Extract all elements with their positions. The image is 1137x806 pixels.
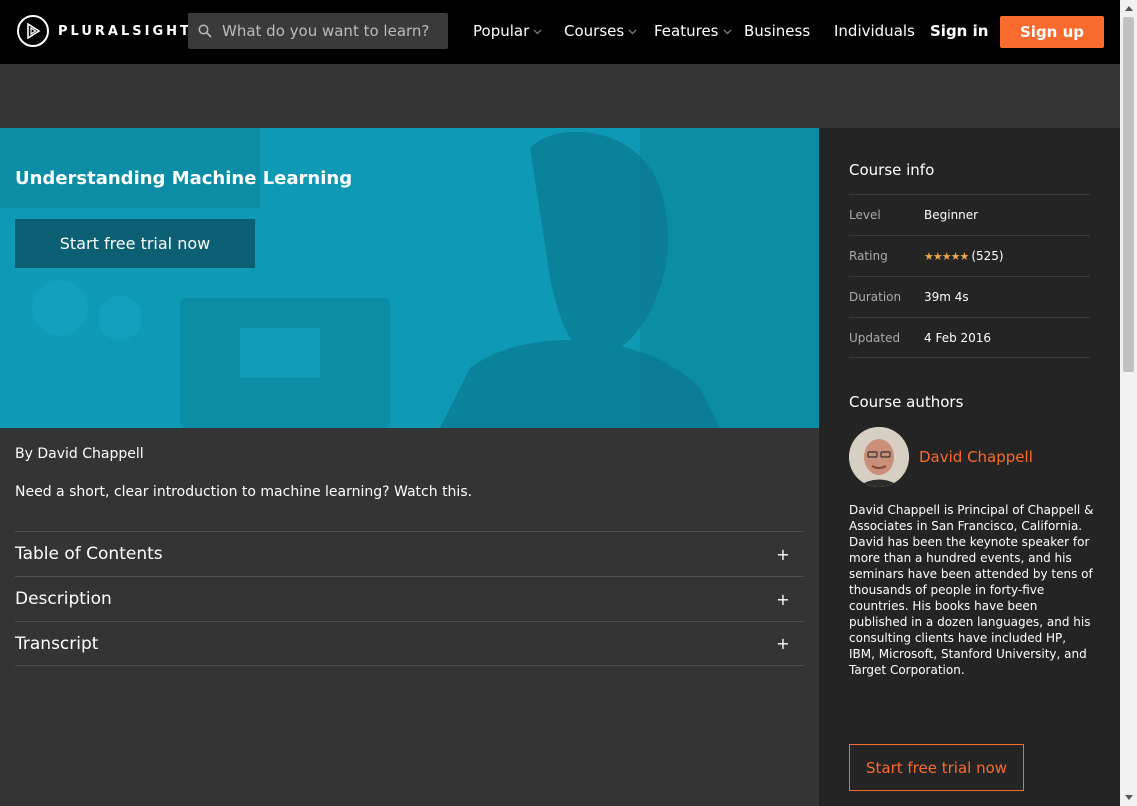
scroll-thumb[interactable] [1123,17,1134,372]
scrollbar[interactable] [1120,0,1137,806]
nav-courses-label: Courses [564,22,625,40]
pluralsight-logo[interactable]: PLURALSIGHT [17,15,192,47]
course-summary: Need a short, clear introduction to mach… [15,484,473,500]
search-box[interactable] [188,13,448,49]
course-sidebar: Course info Level Beginner Rating ★★★★★ … [819,128,1120,806]
info-value: 39m 4s [924,290,969,304]
scroll-down-icon[interactable] [1120,789,1137,806]
sign-up-button[interactable]: Sign up [1000,16,1104,48]
course-info-table: Level Beginner Rating ★★★★★ (525) Durati… [849,194,1090,358]
section-description[interactable]: Description + [15,576,804,621]
chevron-down-icon [723,29,731,35]
brand-name: PLURALSIGHT [58,23,192,39]
sign-in-link[interactable]: Sign in [930,22,988,40]
info-value: Beginner [924,208,979,222]
rating-value: ★★★★★ (525) [924,249,1004,263]
chevron-down-icon [533,29,542,35]
section-table-of-contents[interactable]: Table of Contents + [15,531,804,576]
nav-features[interactable]: Features [654,22,732,40]
expand-icon[interactable]: + [774,545,792,564]
info-row-rating: Rating ★★★★★ (525) [849,235,1090,276]
nav-individuals[interactable]: Individuals [834,22,915,40]
expand-icon[interactable]: + [774,590,792,609]
info-row-duration: Duration 39m 4s [849,276,1090,317]
info-value: 4 Feb 2016 [924,330,992,345]
info-label: Duration [849,290,902,304]
section-label: Description [15,589,112,609]
course-hero: Understanding Machine Learning Start fre… [0,128,819,428]
nav-courses[interactable]: Courses [564,22,637,40]
section-transcript[interactable]: Transcript + [15,621,804,666]
course-byline: By David Chappell [15,446,144,462]
course-title: Understanding Machine Learning [15,168,353,189]
avatar[interactable] [849,427,909,487]
rating-count: (525) [971,249,1004,263]
course-authors-heading: Course authors [849,393,964,411]
course-info-heading: Course info [849,161,935,179]
info-label: Updated [849,330,901,345]
nav-business[interactable]: Business [744,22,810,40]
info-label: Level [849,208,881,222]
info-label: Rating [849,249,888,263]
course-sections: Table of Contents + Description + Transc… [15,531,804,666]
search-input[interactable] [222,22,442,40]
author-name-link[interactable]: David Chappell [919,448,1033,466]
author-bio: David Chappell is Principal of Chappell … [849,503,1094,677]
info-row-level: Level Beginner [849,194,1090,235]
nav-popular-label: Popular [473,22,530,40]
sidebar-start-free-trial-button[interactable]: Start free trial now [849,744,1024,791]
nav-popular[interactable]: Popular [473,22,542,40]
start-free-trial-button[interactable]: Start free trial now [15,219,255,268]
info-row-updated: Updated 4 Feb 2016 [849,317,1090,358]
top-nav: PLURALSIGHT Popular Courses Features Bus… [0,0,1120,64]
chevron-down-icon [628,29,637,35]
rating-stars-icon: ★★★★★ [924,249,969,263]
section-label: Table of Contents [15,544,163,564]
scroll-up-icon[interactable] [1120,0,1137,17]
author-card: David Chappell [849,427,1033,487]
search-icon [188,24,222,38]
expand-icon[interactable]: + [774,634,792,653]
subheader-band [0,64,1120,128]
nav-features-label: Features [654,22,719,40]
play-icon [17,15,49,47]
section-label: Transcript [15,633,99,654]
